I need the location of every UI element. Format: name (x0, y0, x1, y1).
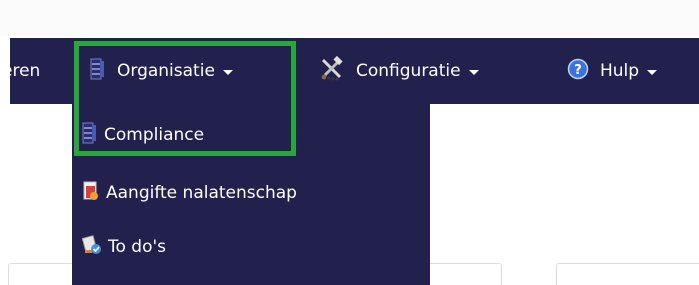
menu-item-compliance-label: Compliance (104, 125, 205, 145)
chevron-down-icon (222, 69, 233, 75)
content-panel-right (556, 263, 699, 285)
menu-item-aangifte-nalatenschap[interactable]: Aangifte nalatenschap (82, 178, 297, 208)
menu-item-compliance[interactable]: Compliance (82, 120, 204, 150)
document-icon (82, 180, 100, 207)
page-top-band (0, 0, 699, 36)
binder-icon (82, 121, 98, 150)
nav-item-partial-label: eren (2, 61, 41, 81)
menu-item-todos[interactable]: To do's (81, 232, 167, 262)
nav-item-partial[interactable]: eren (2, 38, 40, 104)
chevron-down-icon (647, 69, 658, 75)
tools-icon (319, 55, 345, 87)
menu-item-aangifte-nalatenschap-label: Aangifte nalatenschap (106, 183, 297, 203)
todo-icon (81, 234, 102, 261)
chevron-down-icon (468, 69, 479, 75)
screenshot-stage: eren Organisatie Configuratie ? Hulp Com… (0, 0, 699, 285)
nav-item-configuratie-label: Configuratie (356, 61, 461, 81)
help-icon: ? (567, 58, 589, 85)
nav-item-organisatie-label: Organisatie (117, 61, 215, 81)
nav-item-configuratie[interactable]: Configuratie (319, 38, 479, 104)
menu-item-todos-label: To do's (108, 237, 167, 257)
svg-text:?: ? (574, 63, 582, 78)
nav-item-hulp[interactable]: ? Hulp (567, 38, 658, 104)
binder-icon (90, 57, 106, 86)
nav-item-hulp-label: Hulp (600, 61, 640, 81)
organisatie-dropdown-menu: Compliance Aangifte nalatenschap To do's (72, 104, 430, 285)
nav-item-organisatie[interactable]: Organisatie (90, 38, 233, 104)
